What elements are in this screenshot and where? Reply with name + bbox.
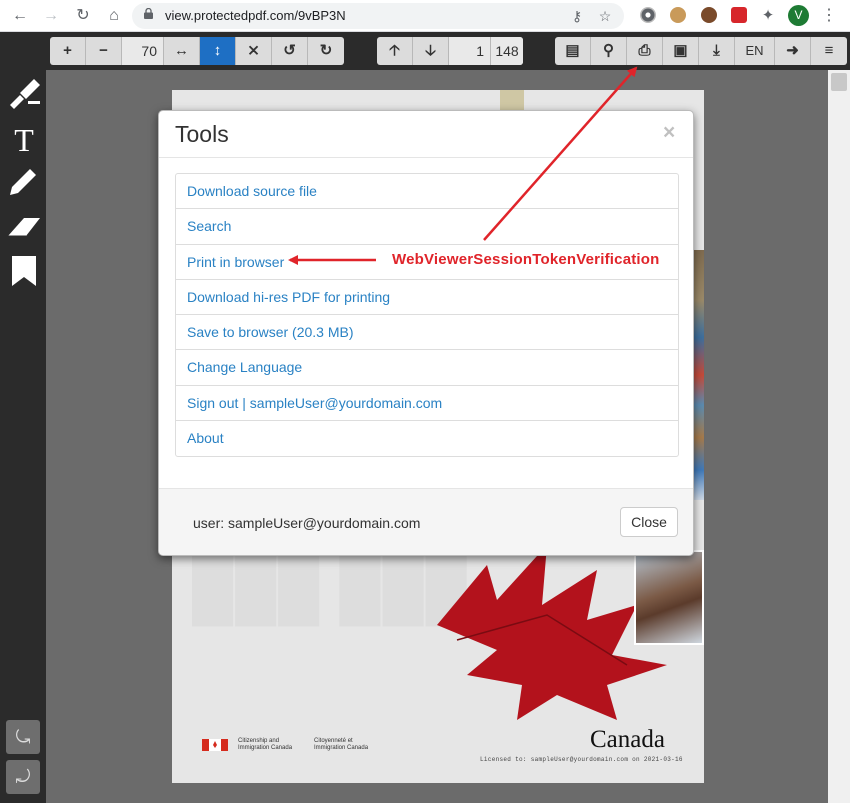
dialog-title: Tools xyxy=(175,121,229,147)
prev-page-button[interactable]: 🡡 xyxy=(377,37,413,65)
highlighter-icon[interactable] xyxy=(6,75,42,111)
scrollbar-thumb[interactable] xyxy=(831,73,847,91)
scrollbar[interactable] xyxy=(828,70,850,803)
extension-circle-icon[interactable] xyxy=(640,7,656,23)
tools-group: ▤ ⚲ ⎙ ▣ ⤓ EN ➜ ≡ xyxy=(555,37,847,65)
cookie-dark-icon[interactable] xyxy=(701,7,717,23)
sign-out-icon[interactable]: ➜ xyxy=(775,37,811,65)
cookie-icon[interactable] xyxy=(670,7,686,23)
avatar[interactable]: V xyxy=(788,5,809,26)
close-button[interactable]: Close xyxy=(620,507,678,537)
page-total: 148 xyxy=(491,37,523,65)
kebab-menu-icon[interactable]: ⋮ xyxy=(818,5,840,27)
tool-about[interactable]: About xyxy=(176,421,678,456)
tool-change-language[interactable]: Change Language xyxy=(176,350,678,386)
dept-name-fr: Citoyenneté et Immigration Canada xyxy=(314,738,369,751)
fullscreen-button[interactable]: ⨯ xyxy=(236,37,272,65)
zoom-input[interactable]: 70 xyxy=(122,37,164,65)
tools-list: Download source file Search Print in bro… xyxy=(175,173,679,458)
lock-icon xyxy=(144,8,153,19)
eraser-icon[interactable] xyxy=(6,208,42,244)
rotate-left-button[interactable]: ↺ xyxy=(272,37,308,65)
zoom-group: + − 70 ↔ ↕ ⨯ ↺ ↻ xyxy=(50,37,344,65)
next-page-button[interactable]: 🡣 xyxy=(413,37,449,65)
page-input[interactable]: 1 xyxy=(449,37,491,65)
annotation-label: WebViewerSessionTokenVerification xyxy=(392,251,660,268)
canada-flag-icon xyxy=(202,739,228,751)
tool-download-hires[interactable]: Download hi-res PDF for printing xyxy=(176,280,678,316)
key-icon[interactable]: ⚷ xyxy=(568,7,586,25)
tool-sign-out[interactable]: Sign out | sampleUser@yourdomain.com xyxy=(176,386,678,422)
back-icon[interactable]: ← xyxy=(9,5,31,27)
tool-save-to-browser[interactable]: Save to browser (20.3 MB) xyxy=(176,315,678,351)
address-bar[interactable]: view.protectedpdf.com/9vBP3N ⚷ ☆ xyxy=(132,3,624,29)
text-tool-icon[interactable]: T xyxy=(6,122,42,158)
child-photo xyxy=(634,550,704,645)
fit-width-button[interactable]: ↔ xyxy=(164,37,200,65)
url-text: view.protectedpdf.com/9vBP3N xyxy=(165,8,346,23)
fit-height-button[interactable]: ↕ xyxy=(200,37,236,65)
tool-download-source[interactable]: Download source file xyxy=(176,174,678,210)
annotation-rail: T ⤿ ⤾ xyxy=(0,70,46,803)
bookmark-icon[interactable] xyxy=(6,253,42,289)
tool-search[interactable]: Search xyxy=(176,209,678,245)
divider xyxy=(159,157,693,158)
redo-icon[interactable]: ⤿ xyxy=(6,720,40,754)
rotate-right-button[interactable]: ↻ xyxy=(308,37,344,65)
close-icon[interactable]: × xyxy=(663,121,675,145)
zoom-in-button[interactable]: + xyxy=(50,37,86,65)
undo-icon[interactable]: ⤾ xyxy=(6,760,40,794)
dept-name-en: Citizenship and Immigration Canada xyxy=(238,738,293,751)
star-icon[interactable]: ☆ xyxy=(596,7,614,25)
tools-dialog: Tools × Download source file Search Prin… xyxy=(158,110,694,556)
zoom-out-button[interactable]: − xyxy=(86,37,122,65)
shield-icon[interactable] xyxy=(731,7,747,23)
pdf-icon[interactable]: ▣ xyxy=(663,37,699,65)
forward-icon[interactable]: → xyxy=(40,5,62,27)
viewer-toolbar: + − 70 ↔ ↕ ⨯ ↺ ↻ 🡡 🡣 1 148 ▤ ⚲ ⎙ ▣ ⤓ EN … xyxy=(0,32,850,70)
language-button[interactable]: EN xyxy=(735,37,775,65)
print-icon[interactable]: ⎙ xyxy=(627,37,663,65)
browser-toolbar: ← → ↻ ⌂ view.protectedpdf.com/9vBP3N ⚷ ☆… xyxy=(0,0,850,32)
canada-wordmark: Canada xyxy=(590,726,665,753)
license-stamp: Licensed to: sampleUser@yourdomain.com o… xyxy=(480,756,683,763)
pencil-icon[interactable] xyxy=(6,163,42,199)
page-nav-group: 🡡 🡣 1 148 xyxy=(377,37,523,65)
menu-icon[interactable]: ≡ xyxy=(811,37,847,65)
footer-user-label: user: sampleUser@yourdomain.com xyxy=(193,515,421,531)
download-icon[interactable]: ⤓ xyxy=(699,37,735,65)
home-icon[interactable]: ⌂ xyxy=(103,5,125,27)
puzzle-icon[interactable]: ✦ xyxy=(757,5,779,27)
reload-icon[interactable]: ↻ xyxy=(72,5,94,27)
document-icon[interactable]: ▤ xyxy=(555,37,591,65)
government-signature: Citizenship and Immigration Canada Citoy… xyxy=(202,735,402,755)
search-icon[interactable]: ⚲ xyxy=(591,37,627,65)
